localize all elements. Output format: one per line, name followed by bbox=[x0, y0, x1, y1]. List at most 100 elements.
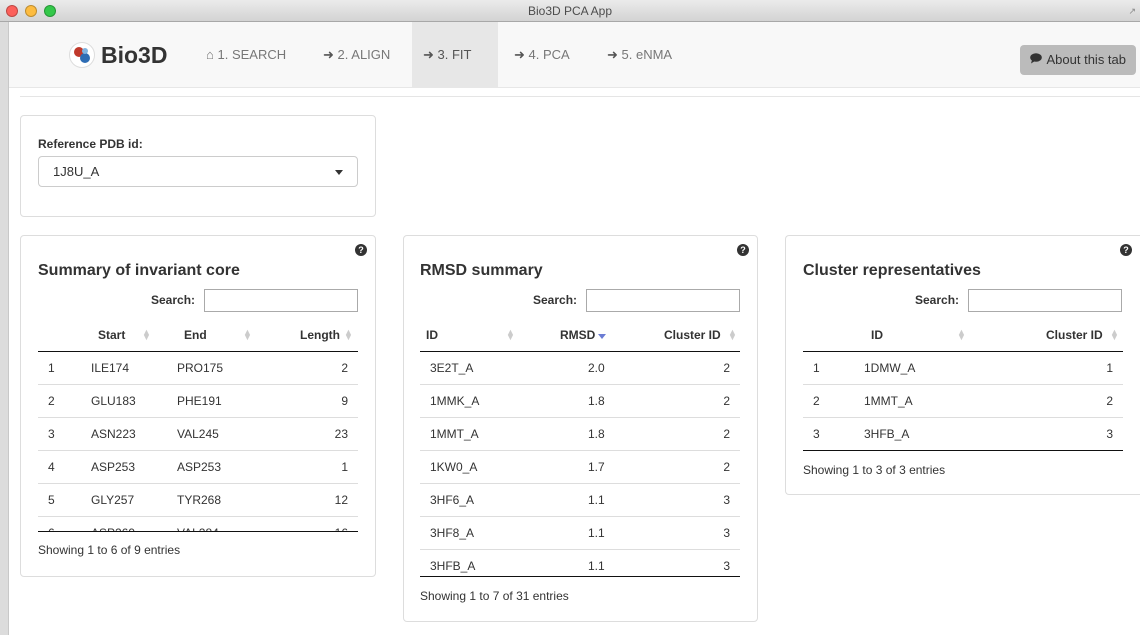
nav-tab-pca[interactable]: ➜ 4. PCA bbox=[503, 22, 581, 88]
cell-index: 4 bbox=[48, 460, 55, 474]
cell-id: 3HF6_A bbox=[430, 493, 475, 507]
column-header-start[interactable]: Start bbox=[98, 328, 125, 342]
nav-tab-label: 4. PCA bbox=[528, 47, 570, 62]
cell-id: 3HFB_A bbox=[864, 427, 910, 441]
sort-both-icon[interactable]: ▲ ▼ bbox=[506, 328, 515, 342]
cell-cluster-id: 3 bbox=[723, 493, 730, 507]
cell-index: 5 bbox=[48, 493, 55, 507]
nav-tab-fit[interactable]: ➜ 3. FIT bbox=[412, 22, 498, 88]
sort-both-icon[interactable]: ▲ ▼ bbox=[728, 328, 737, 342]
cell-length: 1 bbox=[341, 460, 348, 474]
home-icon: ⌂ bbox=[206, 47, 214, 62]
divider bbox=[20, 96, 1140, 97]
fullscreen-icon[interactable]: ↗ bbox=[1128, 0, 1136, 22]
core-table-body[interactable]: 1 ILE174 PRO175 2 2 GLU183 PHE191 9 3 AS… bbox=[38, 352, 358, 532]
window-title: Bio3D PCA App bbox=[527, 4, 613, 18]
help-icon[interactable]: ? bbox=[355, 244, 367, 256]
cell-index: 2 bbox=[48, 394, 55, 408]
minimize-window-button[interactable] bbox=[25, 5, 37, 17]
table-row: 2 GLU183 PHE191 9 bbox=[38, 385, 358, 418]
cell-index: 3 bbox=[48, 427, 55, 441]
cell-end: ASP253 bbox=[177, 460, 222, 474]
window-titlebar: Bio3D PCA App ↗ bbox=[0, 0, 1140, 22]
table-row: 3 ASN223 VAL245 23 bbox=[38, 418, 358, 451]
core-search-input[interactable] bbox=[204, 289, 358, 312]
column-header-cluster-id[interactable]: Cluster ID bbox=[1046, 328, 1103, 342]
cell-rmsd: 2.0 bbox=[588, 361, 605, 375]
sort-both-icon[interactable]: ▲ ▼ bbox=[142, 328, 151, 342]
nav-tab-label: 2. ALIGN bbox=[337, 47, 391, 62]
cell-cluster-id: 2 bbox=[723, 427, 730, 441]
cell-rmsd: 1.1 bbox=[588, 559, 605, 573]
cell-end: PRO175 bbox=[177, 361, 224, 375]
sort-both-icon[interactable]: ▲ ▼ bbox=[243, 328, 252, 342]
navbar: Bio3D ⌂ 1. SEARCH ➜ 2. ALIGN ➜ 3. FIT ➜ … bbox=[9, 22, 1140, 88]
brand[interactable]: Bio3D bbox=[69, 39, 167, 71]
column-header-cluster-id[interactable]: Cluster ID bbox=[664, 328, 721, 342]
arrow-right-icon: ➜ bbox=[323, 47, 334, 62]
column-header-id[interactable]: ID bbox=[426, 328, 438, 342]
help-icon[interactable]: ? bbox=[1120, 244, 1132, 256]
zoom-window-button[interactable] bbox=[44, 5, 56, 17]
cell-rmsd: 1.8 bbox=[588, 394, 605, 408]
help-icon[interactable]: ? bbox=[737, 244, 749, 256]
cluster-representatives-title: Cluster representatives bbox=[803, 262, 981, 279]
comment-icon bbox=[1029, 45, 1042, 75]
arrow-right-icon: ➜ bbox=[514, 47, 525, 62]
column-header-length[interactable]: Length bbox=[300, 328, 340, 342]
column-header-end[interactable]: End bbox=[184, 328, 207, 342]
rmsd-table-body[interactable]: 3E2T_A 2.0 2 1MMK_A 1.8 2 1MMT_A 1.8 2 1… bbox=[420, 352, 740, 576]
cell-start: ASP253 bbox=[91, 460, 136, 474]
cell-cluster-id: 2 bbox=[723, 394, 730, 408]
close-window-button[interactable] bbox=[6, 5, 18, 17]
table-row: 5 GLY257 TYR268 12 bbox=[38, 484, 358, 517]
cell-index: 1 bbox=[813, 361, 820, 375]
column-header-rmsd[interactable]: RMSD bbox=[560, 328, 595, 342]
cell-rmsd: 1.7 bbox=[588, 460, 605, 474]
table-row: 4 ASP253 ASP253 1 bbox=[38, 451, 358, 484]
cell-length: 16 bbox=[335, 517, 348, 532]
cell-cluster-id: 3 bbox=[723, 526, 730, 540]
brand-name: Bio3D bbox=[101, 41, 168, 68]
table-row: 1MMT_A 1.8 2 bbox=[420, 418, 740, 451]
cell-length: 23 bbox=[334, 427, 348, 441]
search-label: Search: bbox=[915, 293, 960, 307]
nav-tab-align[interactable]: ➜ 2. ALIGN bbox=[312, 22, 401, 88]
table-footer-rule bbox=[38, 531, 358, 532]
cell-id: 1MMT_A bbox=[864, 394, 913, 408]
cell-id: 1KW0_A bbox=[430, 460, 478, 474]
sort-both-icon[interactable]: ▲ ▼ bbox=[344, 328, 353, 342]
core-summary-panel: ? Summary of invariant core Search: Star… bbox=[20, 235, 376, 577]
cell-id: 3E2T_A bbox=[430, 361, 474, 375]
column-header-id[interactable]: ID bbox=[871, 328, 883, 342]
nav-tab-search[interactable]: ⌂ 1. SEARCH bbox=[195, 22, 297, 88]
about-tab-button[interactable]: About this tab bbox=[1019, 45, 1136, 75]
table-row: 1 ILE174 PRO175 2 bbox=[38, 352, 358, 385]
cluster-representatives-panel: ? Cluster representatives Search: ID ▲ ▼ … bbox=[785, 235, 1140, 495]
cell-cluster-id: 3 bbox=[1106, 427, 1113, 441]
table-row: 3 3HFB_A 3 bbox=[803, 418, 1123, 451]
cell-index: 3 bbox=[813, 427, 820, 441]
cell-cluster-id: 2 bbox=[723, 361, 730, 375]
table-footer-rule bbox=[420, 576, 740, 577]
table-row: 3HF8_A 1.1 3 bbox=[420, 517, 740, 550]
reference-selected-value: 1J8U_A bbox=[53, 164, 100, 179]
cell-length: 9 bbox=[341, 394, 348, 408]
sort-both-icon[interactable]: ▲ ▼ bbox=[957, 328, 966, 342]
reference-pdb-select[interactable]: 1J8U_A bbox=[38, 156, 358, 187]
table-info: Showing 1 to 6 of 9 entries bbox=[38, 543, 181, 557]
cell-rmsd: 1.8 bbox=[588, 427, 605, 441]
nav-tab-label: 5. eNMA bbox=[621, 47, 673, 62]
cell-start: GLY257 bbox=[91, 493, 135, 507]
sort-both-icon[interactable]: ▲ ▼ bbox=[1110, 328, 1119, 342]
table-info: Showing 1 to 7 of 31 entries bbox=[420, 589, 569, 603]
cluster-search-input[interactable] bbox=[968, 289, 1122, 312]
sort-descending-icon[interactable] bbox=[598, 334, 606, 339]
core-summary-title: Summary of invariant core bbox=[38, 262, 240, 279]
cell-cluster-id: 3 bbox=[723, 559, 730, 573]
nav-tab-enma[interactable]: ➜ 5. eNMA bbox=[596, 22, 683, 88]
rmsd-search-input[interactable] bbox=[586, 289, 740, 312]
cell-end: VAL284 bbox=[177, 517, 219, 532]
nav-tab-label: 3. FIT bbox=[437, 47, 472, 62]
cell-id: 1MMT_A bbox=[430, 427, 479, 441]
